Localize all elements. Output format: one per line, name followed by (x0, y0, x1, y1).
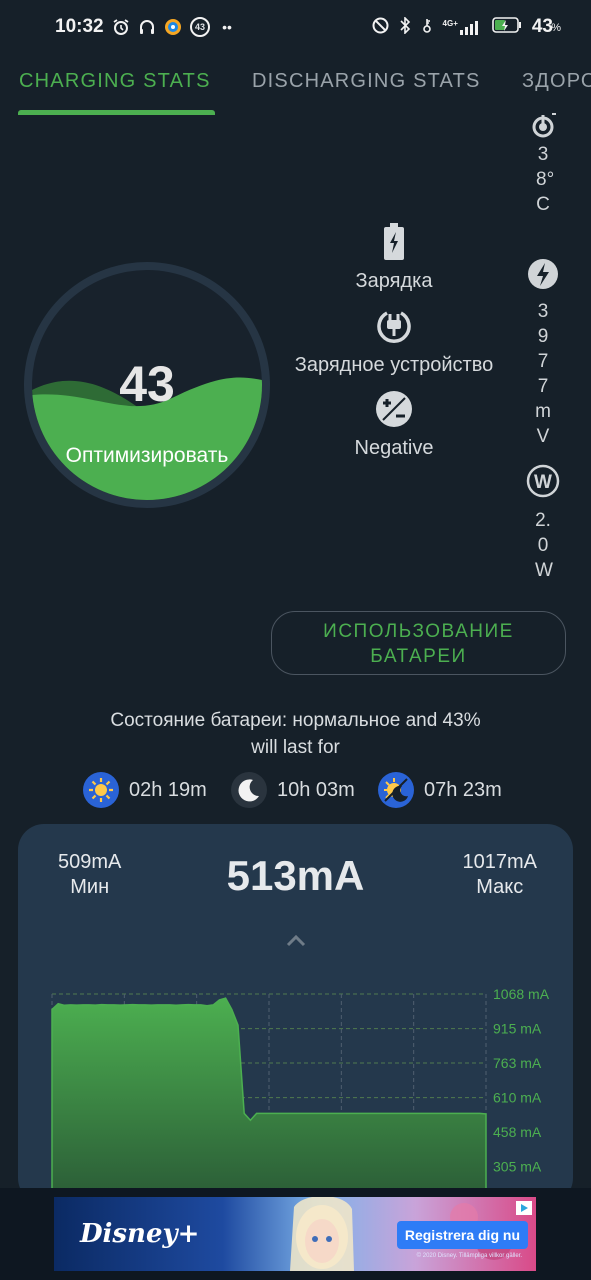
tab-active-indicator (18, 110, 215, 115)
battery-charging-icon (492, 17, 522, 37)
chevron-up-icon[interactable] (281, 930, 311, 950)
battery-health-summary: Состояние батареи: нормальное and 43% wi… (0, 707, 591, 761)
health-line2: will last for (251, 737, 340, 758)
estimate-screen-on: 02h 19m (83, 772, 207, 808)
estimate-mixed-value: 07h 23m (424, 778, 502, 801)
disney-plus-logo: Disney+ (80, 1219, 200, 1249)
moon-icon (231, 772, 267, 808)
temperature-stat: 38°C (523, 112, 563, 217)
headphones-icon (138, 18, 156, 36)
charging-label: Зарядка (355, 270, 433, 292)
battery-usage-line2: БАТАРЕИ (370, 646, 467, 667)
power-plug-icon (374, 306, 414, 346)
status-left-icons: 43 •• (112, 17, 236, 37)
more-notifications-icon: •• (222, 19, 232, 35)
estimate-screen-on-value: 02h 19m (129, 778, 207, 801)
chart-y-tick-label: 610 mA (493, 1090, 542, 1106)
battery-usage-button[interactable]: ИСПОЛЬЗОВАНИЕ БАТАРЕИ (271, 611, 566, 675)
battery-usage-line1: ИСПОЛЬЗОВАНИЕ (323, 621, 514, 642)
power-stat: W 2.0W (523, 464, 563, 583)
ad-signup-button[interactable]: Registrera dig nu (396, 1221, 528, 1249)
charging-status: Зарядка (270, 222, 518, 293)
ad-banner[interactable]: Disney+ Registrera dig nu © 2020 Disney.… (54, 1197, 536, 1271)
bluetooth-icon (399, 15, 411, 38)
key-icon (421, 17, 433, 38)
status-time: 10:32 (55, 16, 104, 37)
polarity-label: Negative (354, 437, 434, 459)
estimate-standby-value: 10h 03m (277, 778, 355, 801)
signal-icon: 4G+ (443, 19, 482, 35)
current-max-label: Макс (476, 876, 524, 898)
chart-y-tick-label: 763 mA (493, 1055, 542, 1071)
plus-minus-icon (374, 389, 414, 429)
current-chart: 1068 mA 915 mA 763 mA 610 mA 458 mA 305 mA (51, 986, 550, 1204)
alarm-icon (112, 18, 130, 36)
tab-charging-stats[interactable]: CHARGING STATS (19, 70, 211, 93)
network-type: 4G+ (442, 19, 458, 28)
current-card: 509mA Мин 513mA 1017mA Макс 1068 mA 915 m… (18, 824, 573, 1204)
battery-percent: 43 (531, 16, 553, 37)
temperature-value: 38°C (536, 144, 555, 215)
tab-bar: CHARGING STATS DISCHARGING STATS ЗДОРО (0, 56, 591, 116)
current-polarity: Negative (270, 389, 518, 460)
watt-icon: W (526, 464, 560, 498)
notification-count-badge: 43 (190, 17, 210, 37)
voltage-bolt-icon (526, 257, 560, 291)
gauge-value: 43 (119, 356, 175, 412)
ad-container: Disney+ Registrera dig nu © 2020 Disney.… (0, 1188, 591, 1280)
current-max-value: 1017mA (462, 851, 538, 873)
svg-text:W: W (534, 472, 552, 493)
battery-level-gauge[interactable]: 43 Оптимизировать (24, 262, 270, 508)
day-night-icon (378, 772, 414, 808)
status-right-icons: 4G+ 43 (372, 15, 553, 38)
thermometer-icon (526, 112, 560, 138)
chart-y-tick-label: 305 mA (493, 1159, 542, 1175)
status-bar: 10:32 43 •• 4G+ 43 % (0, 0, 591, 56)
tab-health[interactable]: ЗДОРО (522, 70, 591, 93)
dnd-icon (372, 17, 389, 38)
chart-y-tick-label: 915 mA (493, 1021, 542, 1037)
time-estimates: 02h 19m 10h 03m 07h 23m (0, 772, 591, 812)
app-notification-icon (164, 18, 182, 36)
battery-percent-unit: % (551, 22, 561, 34)
estimate-standby: 10h 03m (231, 772, 355, 808)
voltage-stat: 3977mV (523, 257, 563, 449)
charger-label: Зарядное устройство (294, 354, 494, 376)
tab-discharging-stats[interactable]: DISCHARGING STATS (252, 70, 481, 93)
ad-fine-print: © 2020 Disney. Tillämpliga villkor gälle… (416, 1253, 522, 1259)
sun-icon (83, 772, 119, 808)
chart-y-tick-label: 458 mA (493, 1124, 542, 1140)
voltage-value: 3977mV (535, 301, 551, 447)
estimate-mixed: 07h 23m (378, 772, 502, 808)
charger-type: Зарядное устройство (270, 306, 518, 377)
chart-y-tick-label: 1068 mA (493, 986, 550, 1002)
ad-choices-icon[interactable] (516, 1201, 532, 1215)
optimize-label[interactable]: Оптимизировать (0, 444, 300, 468)
power-value: 2.0W (535, 510, 553, 581)
health-line1: Состояние батареи: нормальное and 43% (110, 710, 481, 731)
current-max: 1017mA Макс (463, 850, 538, 900)
battery-charging-icon (374, 222, 414, 262)
